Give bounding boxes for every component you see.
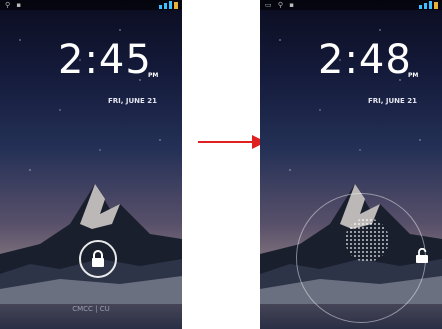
notification-icons: ⚲ ▪ [5, 1, 24, 9]
battery-icon [434, 2, 438, 9]
signal-icon [419, 5, 422, 9]
signal-icon [424, 3, 427, 9]
unlock-dot-pattern [345, 218, 389, 262]
clock-time: 2:48 [318, 37, 412, 83]
status-bar: ⚲ ▪ [0, 0, 182, 10]
signal-icon [164, 3, 167, 9]
clock-ampm: PM [408, 72, 419, 79]
lockscreen-before: ⚲ ▪ 2:45 PM FRI, JUNE 21 CMCC | CU [0, 0, 182, 329]
status-bar: ▭ ⚲ ▪ [260, 0, 442, 10]
unlock-icon [416, 247, 428, 263]
clock-ampm: PM [148, 72, 159, 79]
signal-icon [159, 5, 162, 9]
battery-icon [174, 2, 178, 9]
arrow-right-icon [198, 135, 266, 149]
carrier-label: CMCC | CU [72, 305, 110, 313]
unlock-target[interactable] [415, 247, 429, 268]
signal-battery-icons [159, 1, 178, 9]
signal-battery-icons [419, 1, 438, 9]
clock-time: 2:45 [58, 37, 152, 83]
lock-icon [92, 250, 104, 267]
signal-icon [429, 1, 432, 9]
notification-icons: ▭ ⚲ ▪ [265, 1, 296, 9]
clock-date: FRI, JUNE 21 [108, 97, 157, 105]
mountain-illustration [0, 184, 182, 304]
lock-button[interactable] [79, 240, 117, 278]
clock-date: FRI, JUNE 21 [368, 97, 417, 105]
signal-icon [169, 1, 172, 9]
